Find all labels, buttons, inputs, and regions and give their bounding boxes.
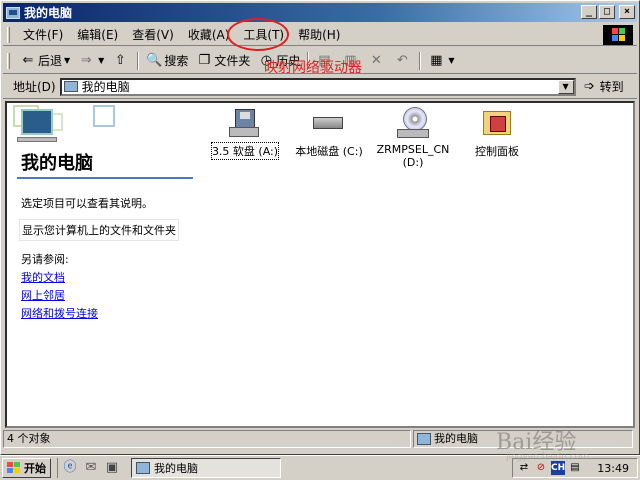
minimize-button[interactable]: _ (581, 5, 597, 19)
toolbar-grip[interactable] (7, 26, 10, 43)
address-input[interactable]: 我的电脑 ▼ (59, 77, 576, 96)
status-count: 4 个对象 (3, 430, 411, 448)
hard-disk-icon (313, 107, 345, 139)
back-button[interactable]: ⇐ 后退 ▼ (16, 50, 74, 72)
pane-banner: 我的电脑 (7, 103, 197, 179)
close-button[interactable]: × (619, 5, 635, 19)
start-label: 开始 (24, 462, 46, 475)
chevron-down-icon[interactable]: ▼ (98, 56, 104, 65)
web-view-pane: 我的电脑 选定项目可以查看其说明。 显示您计算机上的文件和文件夹 另请参阅: 我… (7, 103, 197, 426)
decoration (93, 105, 115, 127)
show-desktop-icon[interactable]: ▣ (104, 460, 120, 476)
ime-indicator[interactable]: CH (551, 461, 565, 475)
pane-title: 我的电脑 (21, 153, 93, 174)
go-arrow-icon: ➩ (584, 78, 596, 94)
internet-explorer-icon[interactable]: ⓔ (62, 460, 78, 476)
go-label: 转到 (599, 80, 624, 94)
up-button[interactable]: ⇧ (108, 50, 134, 72)
address-value: 我的电脑 (81, 80, 130, 94)
delete-icon: ✕ (370, 52, 382, 68)
highlight-ellipse (227, 18, 289, 51)
menu-bar: 文件(F) 编辑(E) 查看(V) 收藏(A) 工具(T) 帮助(H) (3, 24, 637, 46)
drive-a[interactable]: 3.5 软盘 (A:) (203, 107, 287, 169)
my-computer-icon (136, 462, 150, 474)
chevron-down-icon[interactable]: ▼ (557, 79, 574, 94)
back-label: 后退 (38, 54, 63, 68)
control-panel[interactable]: 控制面板 (455, 107, 539, 169)
cd-drive-icon (397, 107, 429, 139)
views-button[interactable]: ▦ ▼ (424, 50, 458, 72)
toolbar-grip[interactable] (7, 52, 10, 69)
link-my-documents[interactable]: 我的文档 (21, 269, 65, 285)
folder-up-icon: ⇧ (114, 52, 126, 68)
computer-monitor-icon (21, 109, 53, 135)
floppy-drive-icon (229, 107, 261, 139)
drive-c-label: 本地磁盘 (C:) (295, 145, 363, 158)
drive-d[interactable]: ZRMPSEL_CN (D:) (371, 107, 455, 169)
folders-icon: ❐ (198, 52, 211, 68)
address-bar: 地址(D) 我的电脑 ▼ ➩ 转到 (3, 75, 637, 99)
watermark-url: jingyan.baidu.com (506, 452, 590, 462)
see-also-heading: 另请参阅: (21, 253, 69, 266)
outlook-express-icon[interactable]: ✉ (83, 460, 99, 476)
windows-logo-icon (603, 25, 633, 45)
status-location-label: 我的电脑 (434, 432, 478, 445)
annotation-text: 映射网络驱动器 (264, 60, 362, 76)
undo-icon: ↶ (396, 52, 408, 68)
title-bar[interactable]: 我的电脑 _ □ × (3, 3, 637, 22)
clock[interactable]: 13:49 (597, 462, 629, 475)
go-button[interactable]: ➩ 转到 (582, 78, 624, 95)
address-label: 地址(D) (13, 80, 56, 94)
toolbar-separator (137, 51, 140, 70)
caption-buttons: _ □ × (581, 5, 635, 19)
arrow-left-icon: ⇐ (22, 52, 34, 68)
link-network-dialup[interactable]: 网络和拨号连接 (21, 305, 98, 321)
forward-button[interactable]: ⇒ ▼ (74, 50, 108, 72)
quick-launch: ⓔ ✉ ▣ (57, 458, 125, 478)
delete-button[interactable]: ✕ (364, 50, 390, 72)
task-my-computer[interactable]: 我的电脑 (131, 458, 281, 478)
language-bar-icon[interactable]: ▤ (568, 461, 582, 475)
drive-a-label: 3.5 软盘 (A:) (210, 142, 280, 160)
menu-view[interactable]: 查看(V) (125, 24, 181, 45)
pane-description: 选定项目可以查看其说明。 (21, 197, 153, 210)
views-icon: ▦ (430, 52, 443, 68)
folders-label: 文件夹 (214, 54, 251, 68)
title-underline (17, 177, 193, 179)
search-button[interactable]: 🔍 搜索 (142, 50, 192, 72)
link-network-places[interactable]: 网上邻居 (21, 287, 65, 303)
control-panel-label: 控制面板 (475, 145, 519, 158)
chevron-down-icon[interactable]: ▼ (448, 56, 454, 65)
menu-help[interactable]: 帮助(H) (291, 24, 347, 45)
menu-file[interactable]: 文件(F) (16, 24, 70, 45)
search-label: 搜索 (164, 54, 189, 68)
search-icon: 🔍 (146, 52, 163, 68)
window-title: 我的电脑 (24, 6, 73, 20)
maximize-button[interactable]: □ (599, 5, 615, 19)
my-computer-icon (63, 81, 78, 92)
my-computer-icon (417, 433, 431, 445)
drive-list: 3.5 软盘 (A:) 本地磁盘 (C:) ZRMPSEL_CN (D:) 控制… (203, 107, 539, 169)
control-panel-icon (481, 107, 513, 139)
chevron-down-icon[interactable]: ▼ (64, 56, 70, 65)
menu-edit[interactable]: 编辑(E) (70, 24, 125, 45)
folder-view[interactable]: 我的电脑 选定项目可以查看其说明。 显示您计算机上的文件和文件夹 另请参阅: 我… (5, 101, 635, 428)
drive-d-label: ZRMPSEL_CN (D:) (376, 143, 450, 169)
start-button[interactable]: 开始 (2, 458, 51, 478)
arrow-right-icon: ⇒ (80, 52, 92, 68)
toolbar-separator (419, 51, 422, 70)
windows-logo-icon (7, 462, 21, 474)
network-icon[interactable]: ⇄ (517, 461, 531, 475)
task-label: 我的电脑 (154, 462, 198, 475)
pane-hint: 显示您计算机上的文件和文件夹 (19, 219, 179, 241)
computer-base-icon (17, 137, 57, 142)
undo-button[interactable]: ↶ (390, 50, 416, 72)
folders-button[interactable]: ❐ 文件夹 (192, 50, 254, 72)
my-computer-icon (6, 6, 20, 19)
drive-c[interactable]: 本地磁盘 (C:) (287, 107, 371, 169)
no-sound-icon[interactable]: ⊘ (534, 461, 548, 475)
